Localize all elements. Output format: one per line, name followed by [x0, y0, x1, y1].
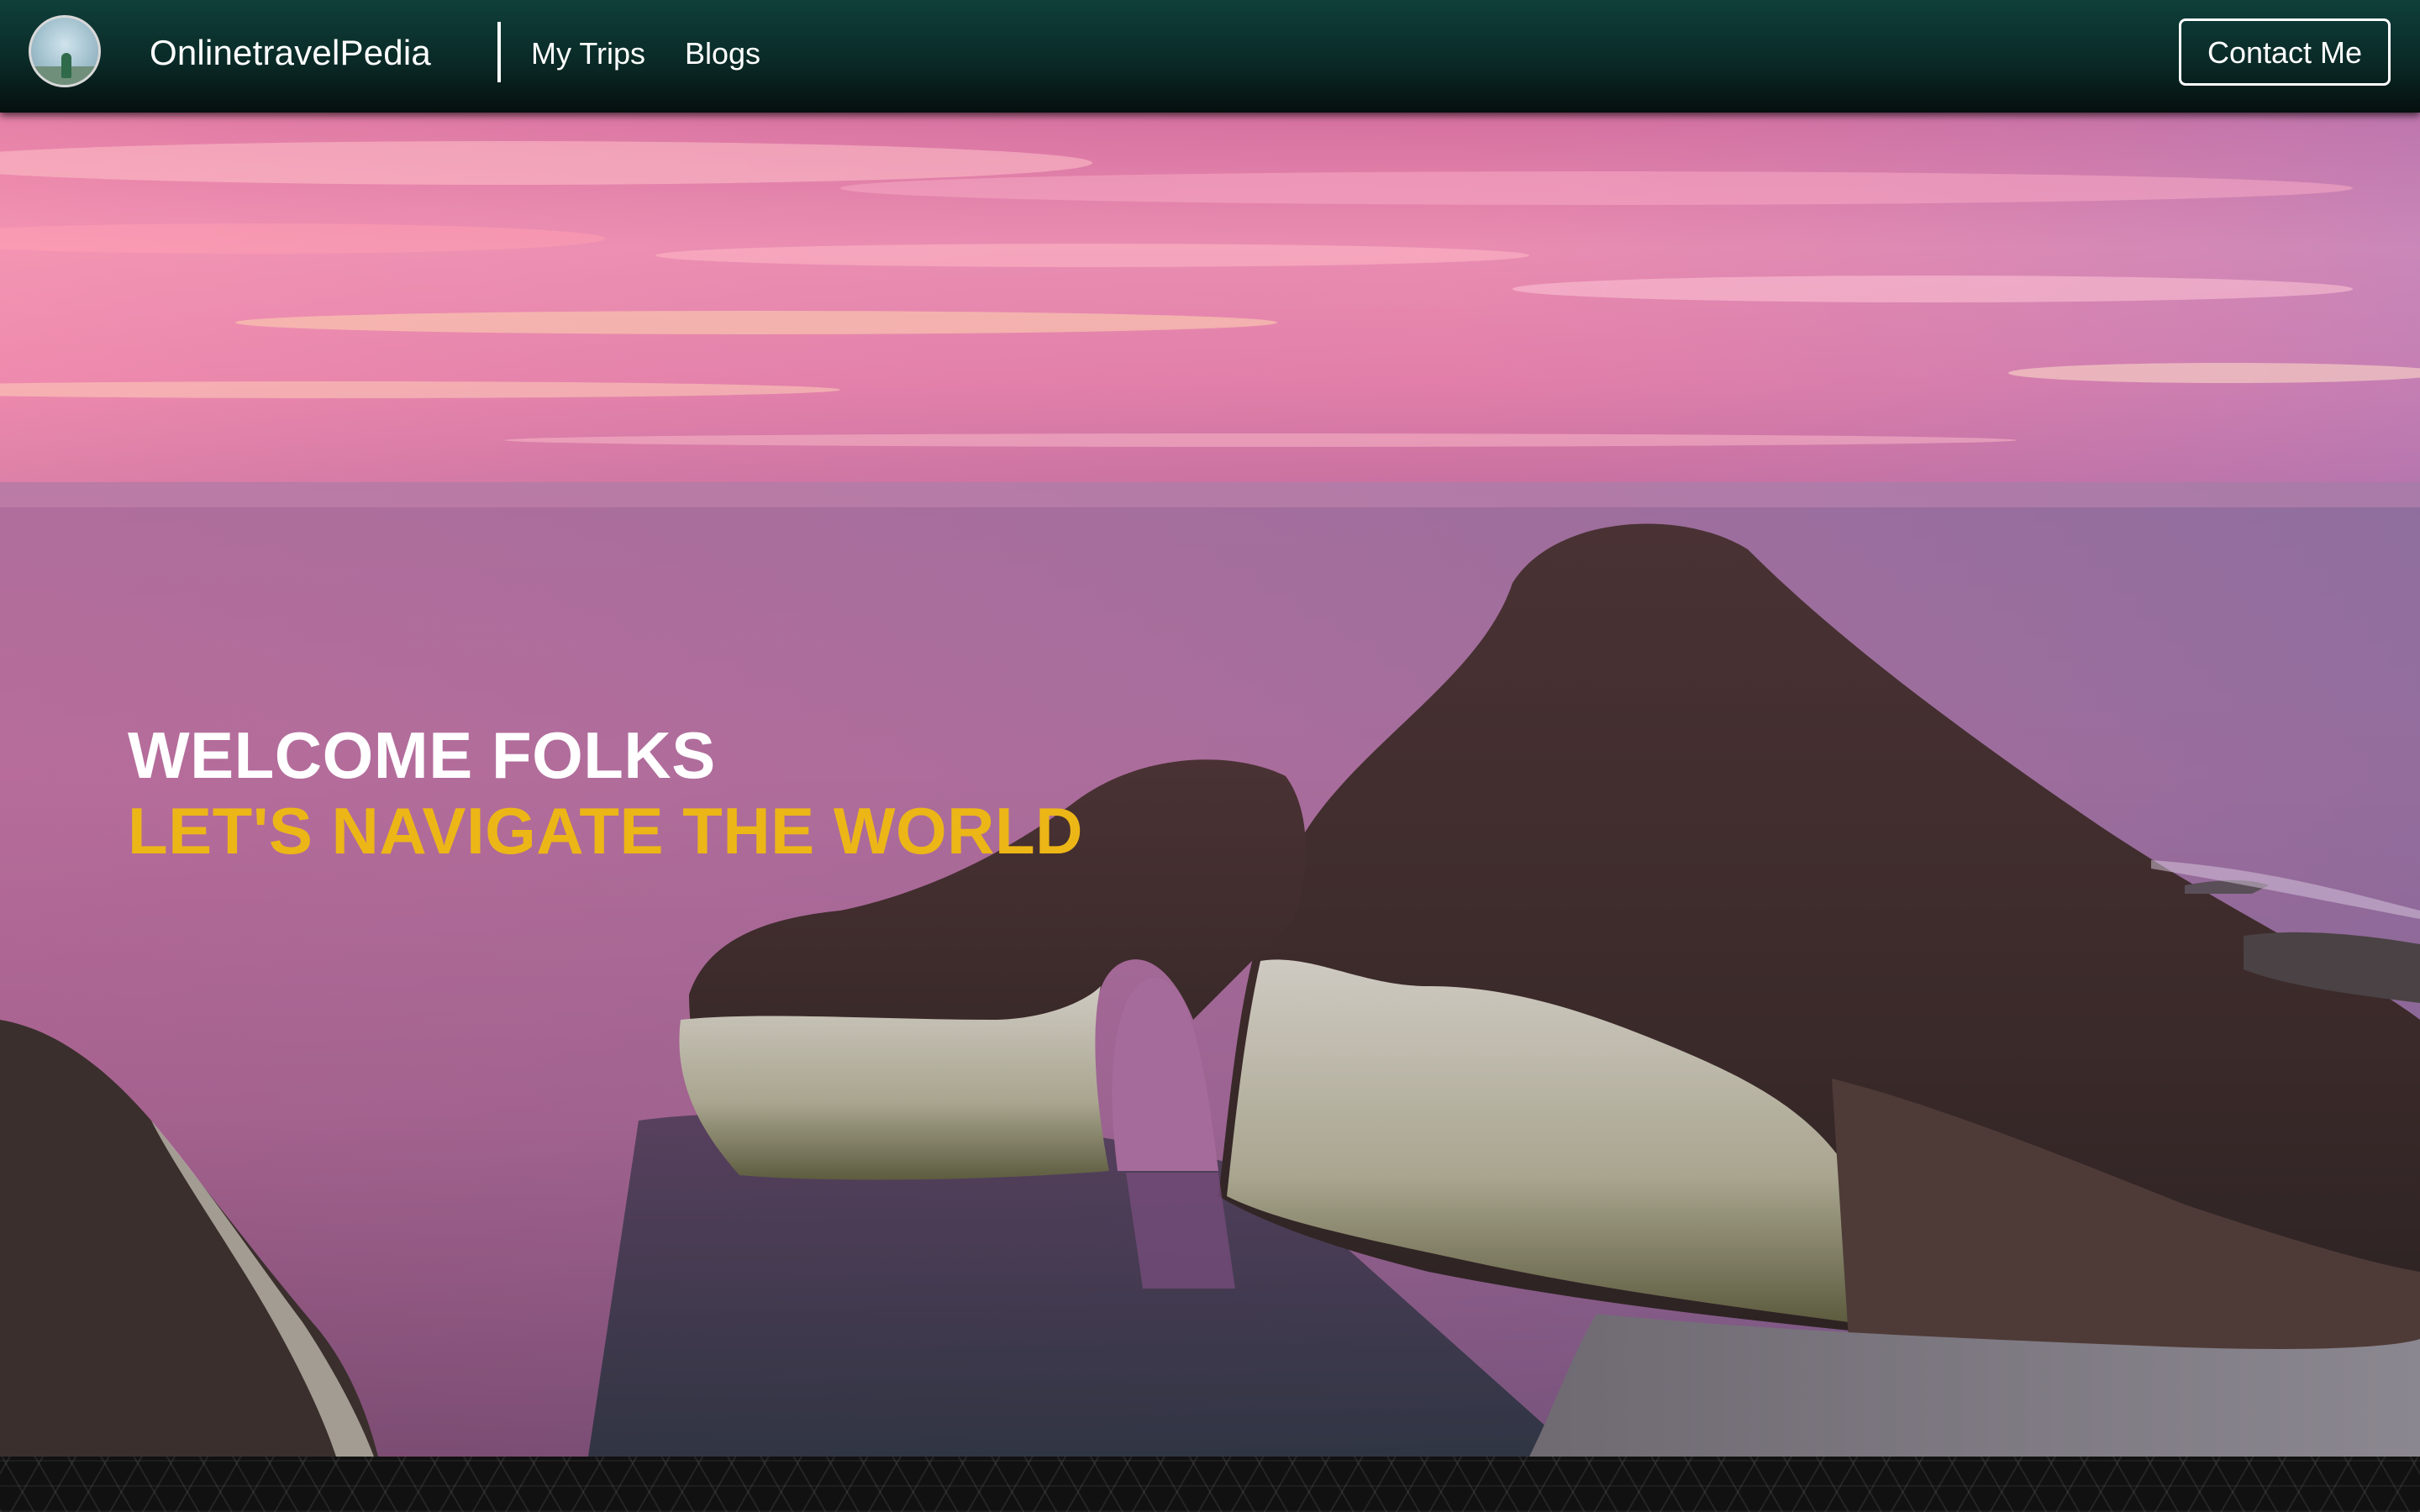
contact-me-button[interactable]: Contact Me [2179, 18, 2391, 86]
footer-pattern-strip [0, 1457, 2420, 1512]
hero-banner: WELCOME FOLKS LET'S NAVIGATE THE WORLD [0, 113, 2420, 1457]
avatar-figure-icon [61, 53, 71, 78]
avatar-logo[interactable] [29, 15, 101, 87]
page: OnlinetravelPedia My Trips Blogs Contact… [0, 0, 2420, 1512]
nav-link-my-trips[interactable]: My Trips [531, 35, 645, 72]
nav-link-blogs[interactable]: Blogs [685, 35, 760, 72]
hero-tagline-text: LET'S NAVIGATE THE WORLD [128, 794, 1083, 868]
brand-title[interactable]: OnlinetravelPedia [150, 32, 431, 74]
hero-welcome-text: WELCOME FOLKS [128, 718, 716, 792]
top-navbar: OnlinetravelPedia My Trips Blogs Contact… [0, 0, 2420, 113]
hero-heading: WELCOME FOLKS LET'S NAVIGATE THE WORLD [128, 717, 1083, 869]
nav-divider [497, 22, 501, 82]
